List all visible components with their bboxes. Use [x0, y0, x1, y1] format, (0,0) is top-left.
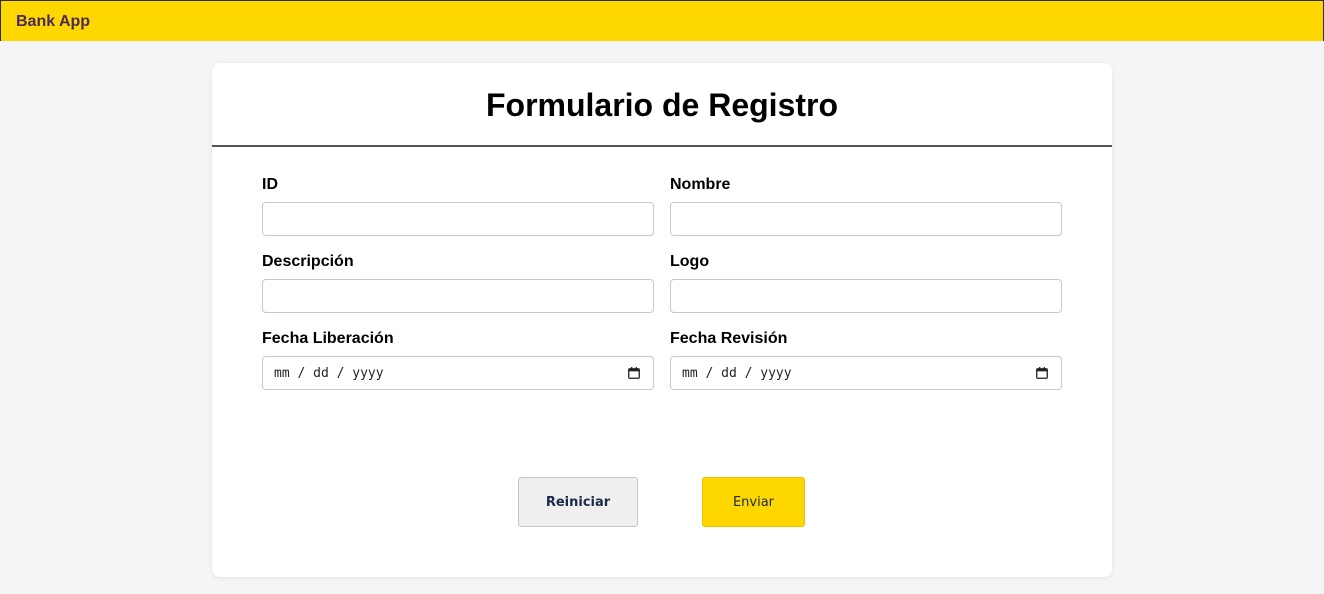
fecha-liberacion-placeholder: mm / dd / yyyy	[274, 366, 384, 381]
calendar-icon[interactable]	[628, 367, 640, 379]
logo-input[interactable]	[670, 279, 1062, 313]
id-label: ID	[262, 176, 278, 193]
calendar-icon[interactable]	[1036, 367, 1048, 379]
id-input[interactable]	[262, 202, 654, 236]
fecha-revision-label: Fecha Revisión	[670, 330, 788, 347]
registration-form-card: Formulario de Registro ID Nombre Descrip…	[212, 63, 1112, 577]
fecha-revision-placeholder: mm / dd / yyyy	[682, 366, 792, 381]
top-navbar: Bank App	[0, 0, 1324, 41]
logo-label: Logo	[670, 253, 710, 270]
fecha-revision-input[interactable]: mm / dd / yyyy	[670, 356, 1062, 390]
fecha-liberacion-input[interactable]: mm / dd / yyyy	[262, 356, 654, 390]
brand-title[interactable]: Bank App	[16, 13, 90, 31]
fecha-liberacion-label: Fecha Liberación	[262, 330, 394, 347]
nombre-input[interactable]	[670, 202, 1062, 236]
descripcion-label: Descripción	[262, 253, 354, 270]
descripcion-input[interactable]	[262, 279, 654, 313]
reset-button[interactable]: Reiniciar	[518, 477, 638, 527]
submit-button[interactable]: Enviar	[702, 477, 805, 527]
form-title: Formulario de Registro	[485, 87, 839, 123]
title-divider	[212, 145, 1112, 147]
nombre-label: Nombre	[670, 176, 731, 193]
